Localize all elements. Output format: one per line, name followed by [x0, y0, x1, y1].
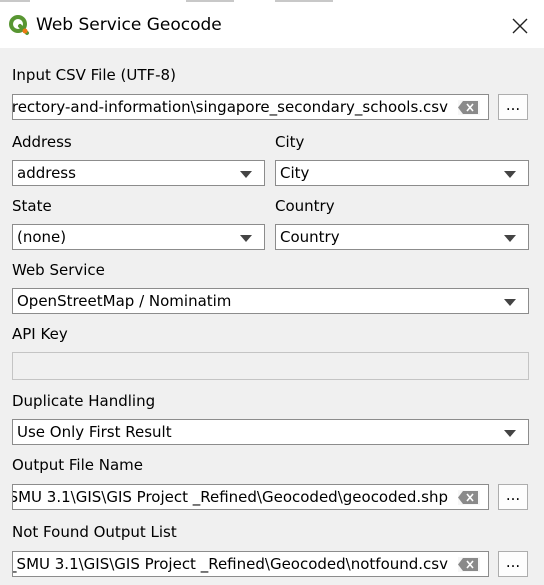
qgis-logo-icon — [9, 15, 29, 35]
city-label: City — [275, 133, 305, 151]
chevron-down-icon — [504, 235, 516, 242]
country-label: Country — [275, 197, 335, 215]
chevron-down-icon — [504, 430, 516, 437]
state-selected: (none) — [17, 228, 67, 246]
city-select[interactable]: City — [275, 160, 529, 186]
clear-icon[interactable] — [458, 490, 480, 505]
duplicate-handling-select[interactable]: Use Only First Result — [12, 419, 529, 445]
input-csv-browse-button[interactable]: ... — [498, 94, 528, 120]
api-key-label: API Key — [12, 325, 68, 343]
address-label: Address — [12, 133, 72, 151]
window-title: Web Service Geocode — [36, 15, 222, 35]
chevron-down-icon — [240, 171, 252, 178]
title-bar: Web Service Geocode — [0, 0, 544, 48]
address-select[interactable]: address — [12, 160, 265, 186]
clear-icon[interactable] — [458, 100, 480, 115]
city-selected: City — [280, 164, 310, 182]
duplicate-handling-label: Duplicate Handling — [12, 392, 156, 410]
country-selected: Country — [280, 228, 340, 246]
output-file-label: Output File Name — [12, 456, 143, 474]
address-selected: address — [17, 164, 76, 182]
not-found-browse-button[interactable]: ... — [498, 551, 528, 577]
not-found-label: Not Found Output List — [12, 523, 177, 541]
output-file-field[interactable]: _SMU 3.1\GIS\GIS Project _Refined\Geocod… — [12, 484, 489, 510]
clear-icon[interactable] — [458, 557, 480, 572]
duplicate-handling-selected: Use Only First Result — [17, 423, 172, 441]
not-found-value: A_SMU 3.1\GIS\GIS Project _Refined\Geoco… — [12, 555, 448, 573]
not-found-field[interactable]: A_SMU 3.1\GIS\GIS Project _Refined\Geoco… — [12, 551, 489, 577]
background-window-edge — [275, 0, 333, 2]
country-select[interactable]: Country — [275, 224, 529, 250]
chevron-down-icon — [240, 235, 252, 242]
chevron-down-icon — [504, 299, 516, 306]
input-csv-value: l-directory-and-information\singapore_se… — [12, 98, 448, 116]
close-icon[interactable] — [506, 12, 534, 40]
web-service-select[interactable]: OpenStreetMap / Nominatim — [12, 288, 529, 314]
web-service-selected: OpenStreetMap / Nominatim — [17, 292, 232, 310]
chevron-down-icon — [504, 171, 516, 178]
input-csv-label: Input CSV File (UTF-8) — [12, 66, 176, 84]
background-window-edge — [186, 0, 234, 2]
background-window-edge — [0, 0, 30, 2]
input-csv-field[interactable]: l-directory-and-information\singapore_se… — [12, 94, 489, 120]
state-select[interactable]: (none) — [12, 224, 265, 250]
state-label: State — [12, 197, 52, 215]
web-service-label: Web Service — [12, 261, 105, 279]
output-file-browse-button[interactable]: ... — [498, 484, 528, 510]
output-file-value: _SMU 3.1\GIS\GIS Project _Refined\Geocod… — [12, 488, 448, 506]
api-key-input[interactable] — [12, 352, 529, 380]
